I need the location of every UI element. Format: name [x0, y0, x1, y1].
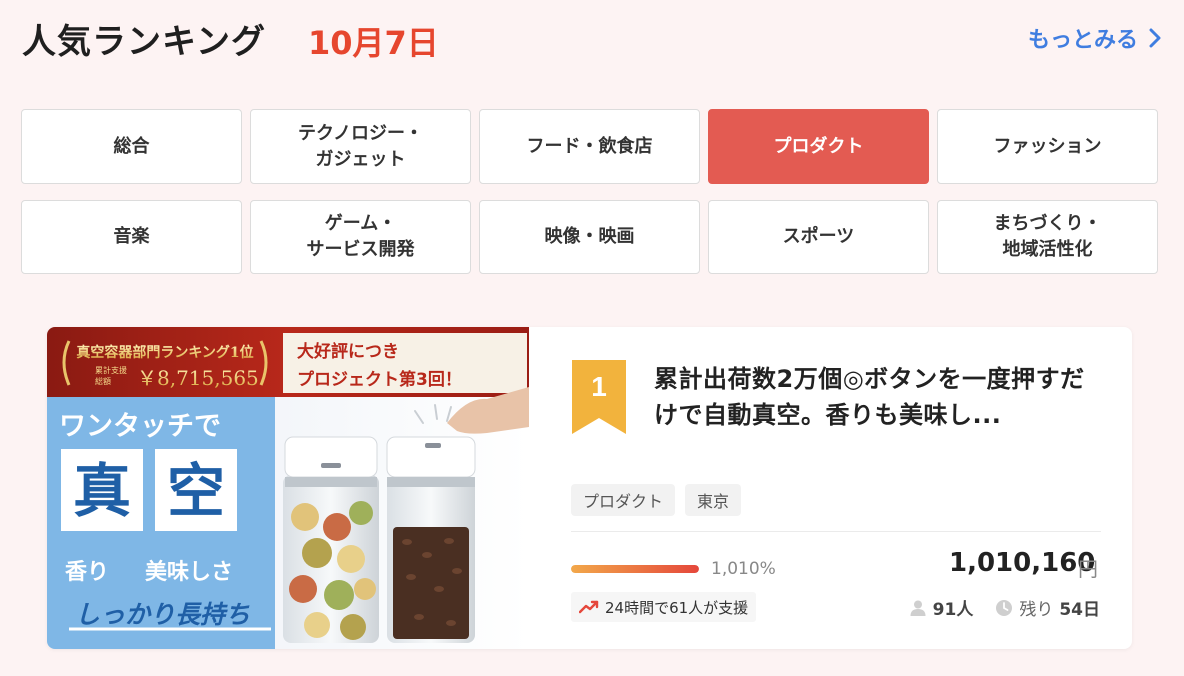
category-tab-community[interactable]: まちづくり・ 地域活性化 [937, 200, 1158, 274]
project-thumbnail[interactable]: 真空容器部門ランキング1位 累計支援 総額 ￥8,715,565 大好評につき … [47, 327, 529, 649]
card-divider [571, 531, 1101, 532]
tag-location[interactable]: 東京 [685, 484, 742, 516]
trend-badge: 24時間で61人が支援 [571, 592, 757, 622]
category-tab-food[interactable]: フード・飲食店 [479, 109, 700, 184]
see-more-link[interactable]: もっとみる [1028, 22, 1162, 54]
see-more-label: もっとみる [1027, 28, 1138, 53]
remaining-days: 54日 [1059, 600, 1100, 620]
category-tab-game[interactable]: ゲーム・ サービス開発 [250, 200, 471, 274]
ranking-header: 人気ランキング 10月7日 もっとみる [22, 14, 1162, 66]
ranking-card[interactable]: 真空容器部門ランキング1位 累計支援 総額 ￥8,715,565 大好評につき … [47, 327, 1132, 649]
banner-popular-text: 大好評につき [297, 341, 399, 362]
chevron-right-icon [1149, 28, 1161, 48]
ad-oneshot-text: ワンタッチで [59, 411, 221, 442]
banner-round-text: プロジェクト第3回！ [297, 369, 462, 390]
banner-amount-text: ￥8,715,565 [137, 366, 259, 390]
rank-number: 1 [591, 371, 607, 402]
project-stats: 91人 残り 54日 [909, 595, 1100, 620]
svg-text:累計支援: 累計支援 [95, 365, 127, 375]
clock-icon [996, 599, 1013, 616]
funding-progress-fill [571, 565, 699, 573]
category-tabs: 総合 テクノロジー・ ガジェット フード・飲食店 プロダクト ファッション 音楽… [21, 109, 1159, 274]
thumbnail-image: 真空容器部門ランキング1位 累計支援 総額 ￥8,715,565 大好評につき … [47, 327, 529, 649]
funding-amount: 1,010,160 [949, 548, 1096, 578]
supporter-count: 91人 [932, 600, 974, 620]
category-tab-sports[interactable]: スポーツ [708, 200, 929, 274]
category-tab-music[interactable]: 音楽 [21, 200, 242, 274]
category-tab-product[interactable]: プロダクト [708, 109, 929, 184]
svg-text:総額: 総額 [95, 376, 111, 386]
person-icon [910, 600, 926, 616]
category-tab-video[interactable]: 映像・映画 [479, 200, 700, 274]
ad-big-char-2: 空 [167, 457, 225, 525]
trending-up-icon [579, 600, 599, 614]
category-tab-technology[interactable]: テクノロジー・ ガジェット [250, 109, 471, 184]
trend-text: 24時間で61人が支援 [605, 598, 749, 617]
project-title[interactable]: 累計出荷数2万個◎ボタンを一度押すだけで自動真空。香りも美味し... [654, 361, 1094, 433]
page-title: 人気ランキング [22, 22, 266, 62]
ad-feature-1: 香り [65, 560, 109, 585]
ad-tagline: しっかり長持ち [75, 600, 250, 629]
tag-category[interactable]: プロダクト [571, 484, 676, 516]
funding-progress-bar [571, 565, 699, 573]
remaining-prefix: 残り [1019, 600, 1054, 620]
category-tab-fashion[interactable]: ファッション [937, 109, 1158, 184]
category-tab-overall[interactable]: 総合 [21, 109, 242, 184]
funding-percent: 1,010% [711, 559, 776, 579]
ad-big-char-1: 真 [73, 457, 131, 525]
tag-list: プロダクト 東京 [571, 484, 742, 516]
ad-feature-2: 美味しさ [145, 559, 233, 585]
banner-ranking-text: 真空容器部門ランキング1位 [76, 344, 253, 361]
ranking-date: 10月7日 [308, 24, 439, 62]
currency-label: 円 [1078, 557, 1098, 581]
